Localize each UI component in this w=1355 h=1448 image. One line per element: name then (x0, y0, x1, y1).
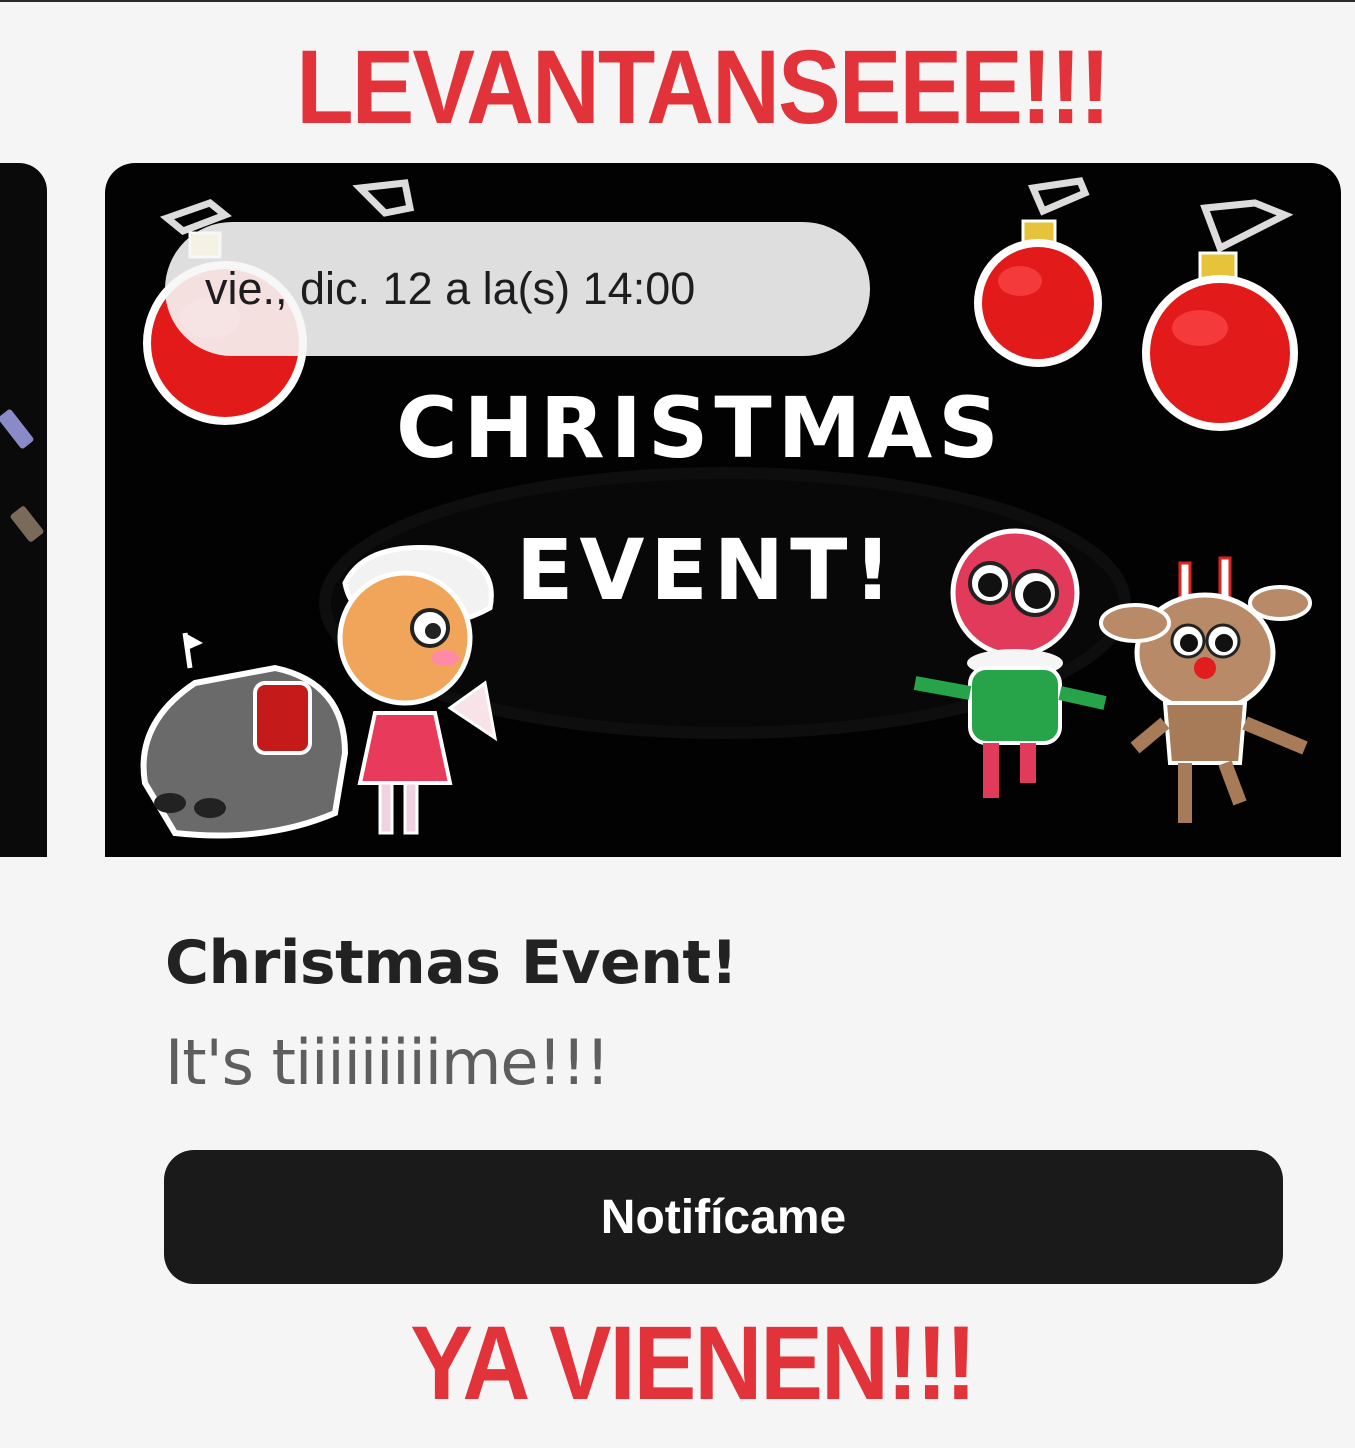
grey-robot-character (140, 632, 349, 839)
event-description: It's tiiiiiiiiime!!! (165, 1026, 610, 1099)
event-title: Christmas Event! (165, 928, 738, 998)
prev-card-art-handle (9, 505, 45, 543)
banner-title-line1: CHRISTMAS (396, 379, 1005, 477)
previous-event-card[interactable] (0, 163, 47, 857)
ornament-right-2 (1142, 199, 1298, 431)
ornament-right-1 (974, 177, 1102, 367)
notify-me-button[interactable]: Notifícame (164, 1150, 1283, 1284)
reindeer-character (1099, 556, 1312, 823)
prev-card-art (0, 408, 35, 450)
ornament-behind-date (352, 179, 415, 217)
meme-caption-top: LEVANTANSEEE!!! (296, 27, 1111, 146)
event-date-badge: vie., dic. 12 a la(s) 14:00 (165, 222, 870, 356)
top-divider (0, 0, 1355, 2)
meme-caption-bottom: YA VIENEN!!! (410, 1303, 976, 1422)
banner-title: CHRISTMAS EVENT! (396, 382, 1056, 616)
banner-title-line2: EVENT! (516, 521, 898, 619)
